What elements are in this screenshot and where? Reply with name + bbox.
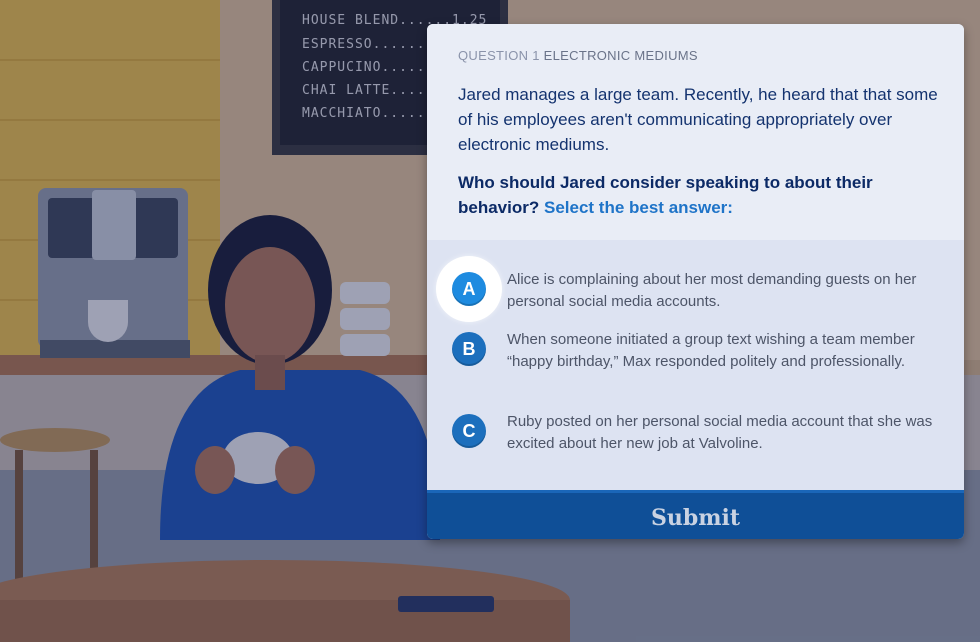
question-category: ELECTRONIC MEDIUMS bbox=[543, 48, 698, 63]
instruction-text: Select the best answer: bbox=[543, 198, 733, 217]
question-prompt: Who should Jared consider speaking to ab… bbox=[458, 170, 943, 220]
option-a-button[interactable]: A bbox=[452, 272, 486, 306]
option-c-text: Ruby posted on her personal social media… bbox=[507, 413, 933, 452]
option-a-text: Alice is complaining about her most dema… bbox=[507, 271, 917, 310]
option-b-text: When someone initiated a group text wish… bbox=[507, 331, 915, 370]
option-c-button[interactable]: C bbox=[452, 414, 486, 448]
submit-button[interactable]: Submit bbox=[427, 490, 964, 539]
question-header: QUESTION 1 ELECTRONIC MEDIUMS Jared mana… bbox=[427, 24, 964, 240]
question-label: QUESTION 1 ELECTRONIC MEDIUMS bbox=[458, 48, 698, 63]
coffee-machine-icon bbox=[38, 188, 190, 358]
cups-stack-icon bbox=[340, 282, 390, 356]
question-text: Jared manages a large team. Recently, he… bbox=[458, 85, 938, 154]
question-panel: QUESTION 1 ELECTRONIC MEDIUMS Jared mana… bbox=[427, 24, 964, 539]
option-b-button[interactable]: B bbox=[452, 332, 486, 366]
menu-item: CAPPUCINO....... bbox=[302, 60, 443, 75]
question-number: QUESTION 1 bbox=[458, 48, 540, 63]
